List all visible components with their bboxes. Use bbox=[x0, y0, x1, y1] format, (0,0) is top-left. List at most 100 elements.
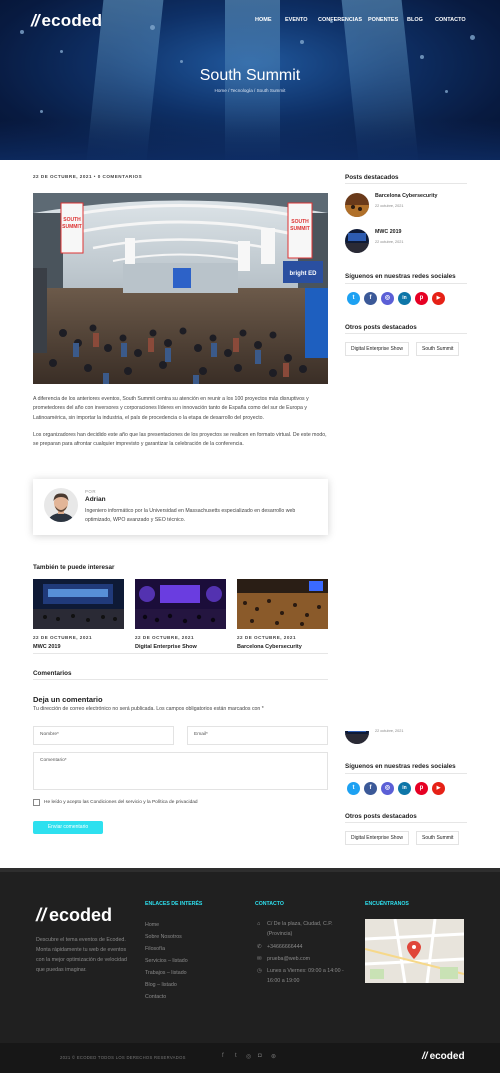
footer-contact-title: CONTACTO bbox=[255, 901, 284, 907]
featured-post-date: 22 octubre, 2021 bbox=[375, 240, 404, 244]
featured-post-thumb[interactable] bbox=[345, 193, 369, 217]
mail-icon: ✉ bbox=[257, 956, 262, 962]
author-label: POR bbox=[85, 489, 97, 494]
divider bbox=[345, 283, 467, 284]
svg-text:SOUTH: SOUTH bbox=[291, 219, 309, 225]
comments-title: Comentarios bbox=[33, 670, 72, 677]
page-title: South Summit bbox=[199, 67, 301, 84]
footer-instagram-icon[interactable]: ◎ bbox=[246, 1053, 251, 1060]
youtube-icon[interactable]: ▶ bbox=[432, 292, 445, 305]
tag-link[interactable]: Digital Enterprise Show bbox=[345, 342, 409, 356]
footer-phone[interactable]: +34666666444 bbox=[267, 942, 303, 952]
related-card-image[interactable] bbox=[33, 579, 124, 629]
divider bbox=[345, 333, 467, 334]
tag-link[interactable]: South Summit bbox=[416, 342, 460, 356]
footer-logo[interactable]: //ecoded bbox=[36, 905, 112, 926]
author-bio: Ingeniero informático por la Universidad… bbox=[85, 508, 296, 523]
featured-post-thumb[interactable] bbox=[345, 229, 369, 253]
footer-address: C/ De la plaza, Ciudad, C.P. (Provincia) bbox=[267, 921, 333, 937]
submit-comment-button[interactable]: Enviar comentario bbox=[33, 821, 103, 834]
post-paragraph-2: Los organizadores han decidido este año … bbox=[33, 432, 327, 448]
other-posts-title: Otros posts destacados bbox=[345, 324, 417, 331]
nav-conferencias[interactable]: CONFERENCIAS bbox=[318, 17, 362, 23]
nav-ponentes[interactable]: PONENTES bbox=[368, 17, 398, 23]
footer-map[interactable] bbox=[365, 919, 464, 983]
post-meta: 22 DE OCTUBRE, 2021 • 0 COMENTARIOS bbox=[33, 174, 143, 179]
divider bbox=[345, 773, 467, 774]
footer-link[interactable]: Servicios – listado bbox=[145, 958, 188, 964]
svg-text:SOUTH: SOUTH bbox=[63, 217, 81, 223]
related-card-date: 22 DE OCTUBRE, 2021 bbox=[33, 635, 93, 640]
footer-facebook-icon[interactable]: f bbox=[222, 1053, 224, 1059]
site-logo[interactable]: //ecoded bbox=[31, 11, 102, 31]
featured-post-title[interactable]: MWC 2019 bbox=[375, 229, 402, 235]
copyright: 2021 © ECODED TODOS LOS DERECHOS RESERVA… bbox=[60, 1055, 186, 1060]
related-card-image[interactable] bbox=[135, 579, 226, 629]
home-icon: ⌂ bbox=[257, 921, 261, 927]
author-name[interactable]: Adrian bbox=[85, 496, 106, 503]
nav-home[interactable]: HOME bbox=[255, 17, 272, 23]
footer-link[interactable]: Filosofía bbox=[145, 946, 165, 952]
facebook-icon[interactable]: f bbox=[364, 292, 377, 305]
breadcrumb: Home / Tecnología / South Summit bbox=[214, 88, 286, 93]
footer-link[interactable]: Blog – listado bbox=[145, 982, 177, 988]
svg-text:bright ED: bright ED bbox=[290, 271, 318, 277]
social-title: Síguenos en nuestras redes sociales bbox=[345, 763, 456, 770]
featured-post-date: 22 octubre, 2021 bbox=[375, 729, 404, 733]
footer-description: Descubre el tema eventos de Ecoded. Mont… bbox=[36, 937, 127, 973]
post-paragraph-1: A diferencia de los anteriores eventos, … bbox=[33, 396, 309, 421]
twitter-icon[interactable]: t bbox=[347, 292, 360, 305]
footer-youtube-icon[interactable]: ⊛ bbox=[271, 1053, 276, 1060]
footer-linkedin-icon[interactable]: ◘ bbox=[258, 1053, 262, 1059]
tag-link[interactable]: South Summit bbox=[416, 831, 460, 845]
divider bbox=[345, 822, 467, 823]
footer-bottom-logo[interactable]: //ecoded bbox=[422, 1051, 465, 1062]
footer-link[interactable]: Contacto bbox=[145, 994, 166, 1000]
related-card-title[interactable]: Barcelona Cybersecurity bbox=[237, 644, 302, 650]
linkedin-icon[interactable]: in bbox=[398, 292, 411, 305]
related-card-date: 22 DE OCTUBRE, 2021 bbox=[135, 635, 195, 640]
clock-icon: ◷ bbox=[257, 968, 262, 974]
comment-textarea[interactable]: Comentario* bbox=[33, 752, 328, 790]
footer-twitter-icon[interactable]: t bbox=[235, 1053, 237, 1059]
email-input[interactable]: Email* bbox=[187, 726, 328, 745]
twitter-icon[interactable]: t bbox=[347, 782, 360, 795]
linkedin-icon[interactable]: in bbox=[398, 782, 411, 795]
nav-blog[interactable]: BLOG bbox=[407, 17, 423, 23]
phone-icon: ✆ bbox=[257, 944, 262, 950]
footer-link[interactable]: Trabajos – listado bbox=[145, 970, 187, 976]
svg-text:SUMMIT: SUMMIT bbox=[62, 224, 82, 230]
featured-post-title[interactable]: Barcelona Cybersecurity bbox=[375, 193, 437, 199]
instagram-icon[interactable]: ◎ bbox=[381, 782, 394, 795]
footer-email[interactable]: prueba@web.com bbox=[267, 954, 310, 964]
pinterest-icon[interactable]: p bbox=[415, 782, 428, 795]
comment-notice: Tu dirección de correo electrónico no se… bbox=[33, 706, 264, 712]
related-card-title[interactable]: Digital Enterprise Show bbox=[135, 644, 197, 650]
footer-divider bbox=[0, 868, 500, 872]
nav-evento[interactable]: EVENTO bbox=[285, 17, 308, 23]
privacy-label: He leído y acepto las Condiciones del se… bbox=[44, 800, 198, 805]
footer-link[interactable]: Home bbox=[145, 922, 159, 928]
featured-post-date: 22 octubre, 2021 bbox=[375, 204, 404, 208]
social-title: Síguenos en nuestras redes sociales bbox=[345, 273, 456, 280]
divider bbox=[33, 679, 328, 680]
post-featured-image: SOUTH SUMMIT SOUTH SUMMIT bright ED bbox=[33, 193, 328, 384]
related-card-title[interactable]: MWC 2019 bbox=[33, 644, 61, 650]
related-card-image[interactable] bbox=[237, 579, 328, 629]
privacy-checkbox[interactable] bbox=[33, 799, 40, 806]
nav-contacto[interactable]: CONTACTO bbox=[435, 17, 466, 23]
featured-posts-title: Posts destacados bbox=[345, 174, 399, 181]
footer-link[interactable]: Sobre Nosotros bbox=[145, 934, 182, 940]
youtube-icon[interactable]: ▶ bbox=[432, 782, 445, 795]
footer-hours: Lunes a Viernes: 09:00 a 14:00 - 16:00 a… bbox=[267, 968, 344, 984]
related-card-date: 22 DE OCTUBRE, 2021 bbox=[237, 635, 297, 640]
sticky-thumb-mask bbox=[345, 720, 371, 731]
svg-text:SUMMIT: SUMMIT bbox=[290, 226, 310, 232]
name-input[interactable]: Nombre* bbox=[33, 726, 174, 745]
facebook-icon[interactable]: f bbox=[364, 782, 377, 795]
related-title: También te puede interesar bbox=[33, 564, 115, 571]
instagram-icon[interactable]: ◎ bbox=[381, 292, 394, 305]
pinterest-icon[interactable]: p bbox=[415, 292, 428, 305]
other-posts-title: Otros posts destacados bbox=[345, 813, 417, 820]
tag-link[interactable]: Digital Enterprise Show bbox=[345, 831, 409, 845]
